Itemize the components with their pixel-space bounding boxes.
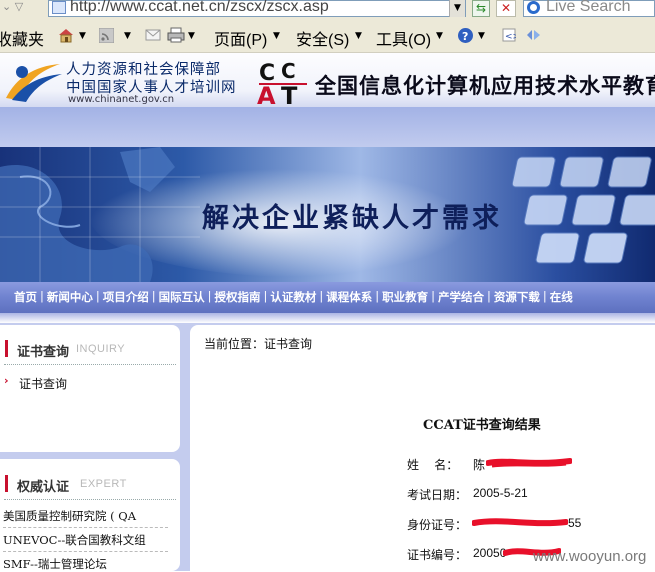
main-content	[190, 325, 655, 571]
nav-downloads[interactable]: 资源下载	[494, 289, 540, 305]
tools-menu[interactable]: 工具(O)	[376, 26, 431, 50]
tools-menu-dropdown-icon[interactable]: ▼	[436, 31, 443, 41]
certificate-number-value: 20050	[473, 546, 507, 560]
page-menu-dropdown-icon[interactable]: ▼	[273, 31, 280, 41]
nav-projects[interactable]: 项目介绍	[103, 289, 149, 305]
panel-accent-bar	[5, 475, 8, 492]
research-icon[interactable]: <>	[502, 28, 516, 42]
item-divider	[3, 527, 168, 528]
nav-online[interactable]: 在线	[550, 289, 573, 305]
nav-textbooks[interactable]: 认证教材	[270, 289, 316, 305]
nav-separator: |	[207, 289, 212, 303]
page-menu[interactable]: 页面(P)	[214, 26, 267, 50]
expert-panel-subtitle: EXPERT	[80, 478, 127, 490]
nav-curriculum[interactable]: 课程体系	[326, 289, 372, 305]
search-placeholder[interactable]: Live Search	[546, 0, 631, 16]
main-nav: 首页 | 新闻中心 | 项目介绍 | 国际互认 | 授权指南 | 认证教材 | 课程体系 | …	[14, 289, 573, 305]
chevron-right-icon: ›	[4, 374, 9, 387]
name-value: 陈	[473, 458, 486, 472]
nav-separator: |	[431, 289, 435, 303]
nav-authorization-guide[interactable]: 授权指南	[215, 289, 261, 305]
history-dropdown-icon[interactable]: ⌄ ▽	[2, 0, 42, 16]
nav-news[interactable]: 新闻中心	[47, 289, 93, 305]
url-dropdown-icon[interactable]: ▼	[449, 0, 465, 17]
ministry-site-url[interactable]: www.chinanet.gov.cn	[68, 94, 174, 105]
name-label: 姓 名：	[407, 458, 459, 472]
refresh-icon[interactable]: ⇆	[472, 0, 490, 17]
svg-text:T: T	[281, 82, 298, 106]
messenger-icon[interactable]	[526, 28, 542, 42]
id-number-value: 55	[568, 516, 582, 530]
nav-separator: |	[95, 289, 100, 303]
nav-home[interactable]: 首页	[14, 289, 37, 305]
exam-date-value: 2005-5-21	[473, 486, 528, 500]
ccat-title: 全国信息化计算机应用技术水平教育	[315, 74, 655, 98]
sidebar-item-qa-institute[interactable]: 美国质量控制研究院 ( QA	[3, 508, 136, 524]
favorites-label[interactable]: 收藏夹	[0, 26, 44, 50]
ccat-logo: C C A T	[257, 59, 307, 106]
svg-text:?: ?	[462, 30, 468, 43]
nav-separator: |	[151, 289, 156, 303]
nav-industry[interactable]: 产学结合	[438, 289, 484, 305]
svg-text:A: A	[257, 82, 276, 106]
panel-divider	[4, 364, 176, 365]
stop-icon[interactable]: ✕	[496, 0, 516, 17]
expert-panel-title: 权威认证	[17, 480, 70, 495]
nav-separator: |	[319, 289, 324, 303]
breadcrumb: 当前位置：证书查询	[204, 337, 313, 351]
feeds-dropdown-icon[interactable]: ▼	[124, 31, 131, 41]
svg-text:<>: <>	[505, 32, 516, 42]
nav-vocational[interactable]: 职业教育	[382, 289, 428, 305]
panel-divider	[4, 499, 176, 500]
result-title: CCAT证书查询结果	[423, 418, 541, 433]
svg-text:C: C	[281, 59, 296, 83]
inquiry-panel-subtitle: INQUIRY	[76, 343, 126, 355]
nav-separator: |	[487, 289, 491, 303]
help-icon[interactable]: ?	[457, 27, 474, 44]
help-dropdown-icon[interactable]: ▼	[478, 31, 485, 41]
redaction-mark	[486, 458, 572, 468]
sidebar-item-unevoc[interactable]: UNEVOC--联合国教科文组	[3, 532, 146, 548]
watermark: www.wooyun.org	[533, 548, 647, 565]
safety-menu-dropdown-icon[interactable]: ▼	[355, 31, 362, 41]
live-search-icon	[527, 1, 540, 14]
home-icon[interactable]	[57, 27, 75, 43]
ministry-logo	[6, 64, 62, 102]
banner-slogan: 解决企业紧缺人才需求	[202, 203, 502, 234]
certificate-number-label: 证书编号：	[407, 548, 468, 562]
nav-separator: |	[375, 289, 380, 303]
sidebar-item-certificate-inquiry[interactable]: 证书查询	[19, 375, 67, 392]
panel-accent-bar	[5, 340, 8, 357]
sidebar-item-smf[interactable]: SMF--瑞士管理论坛	[3, 556, 107, 572]
home-dropdown-icon[interactable]: ▼	[79, 31, 86, 41]
print-icon[interactable]	[167, 27, 185, 43]
id-number-label: 身份证号：	[407, 518, 468, 532]
exam-date-label: 考试日期：	[407, 488, 468, 502]
nav-intl-recognition[interactable]: 国际互认	[159, 289, 205, 305]
item-divider	[3, 551, 168, 552]
inquiry-panel-title: 证书查询	[17, 345, 70, 360]
nav-separator: |	[263, 289, 268, 303]
nav-separator: |	[40, 289, 44, 303]
nav-shadow	[0, 313, 655, 323]
print-dropdown-icon[interactable]: ▼	[188, 31, 195, 41]
nav-separator: |	[542, 289, 547, 303]
safety-menu[interactable]: 安全(S)	[296, 26, 349, 50]
feeds-icon[interactable]	[99, 28, 114, 43]
mail-icon[interactable]	[145, 28, 161, 42]
url-text[interactable]: http://www.ccat.net.cn/zscx/zscx.asp	[70, 0, 329, 16]
redaction-mark	[472, 518, 568, 527]
page-icon	[52, 1, 66, 14]
